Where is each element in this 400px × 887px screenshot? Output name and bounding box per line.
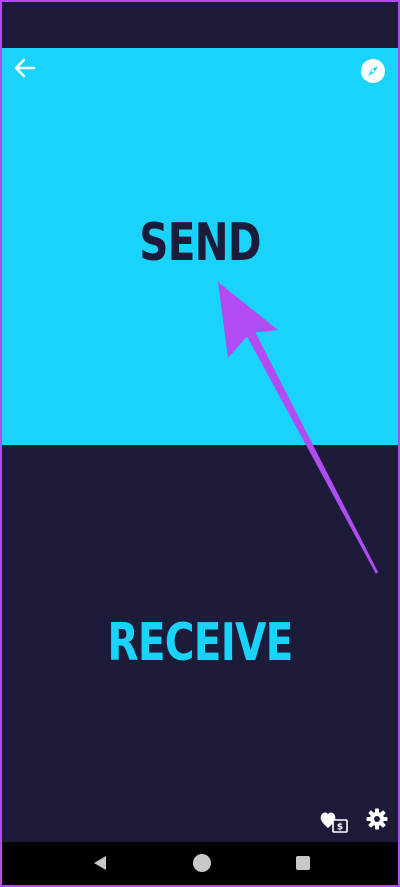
status-bar: [2, 2, 398, 48]
settings-button[interactable]: [366, 808, 388, 830]
nav-recents-button[interactable]: [296, 856, 310, 870]
send-label: SEND: [139, 213, 261, 273]
nav-home-button[interactable]: [193, 854, 211, 872]
heart-dollar-icon: $: [320, 812, 348, 833]
send-panel[interactable]: SEND: [2, 48, 398, 445]
receive-label: RECEIVE: [107, 613, 293, 673]
system-nav-bar: [2, 842, 398, 885]
receive-panel[interactable]: RECEIVE: [2, 445, 398, 844]
compass-icon: [361, 59, 385, 83]
tip-button[interactable]: $: [318, 808, 350, 836]
compass-button[interactable]: [360, 58, 386, 84]
svg-text:$: $: [337, 823, 343, 833]
nav-back-button[interactable]: [92, 855, 108, 871]
triangle-back-icon: [94, 856, 106, 870]
back-button[interactable]: [12, 54, 40, 82]
gear-icon: [366, 808, 388, 830]
arrow-left-icon: [14, 58, 36, 78]
app-frame: SEND RECEIVE $: [0, 0, 400, 887]
